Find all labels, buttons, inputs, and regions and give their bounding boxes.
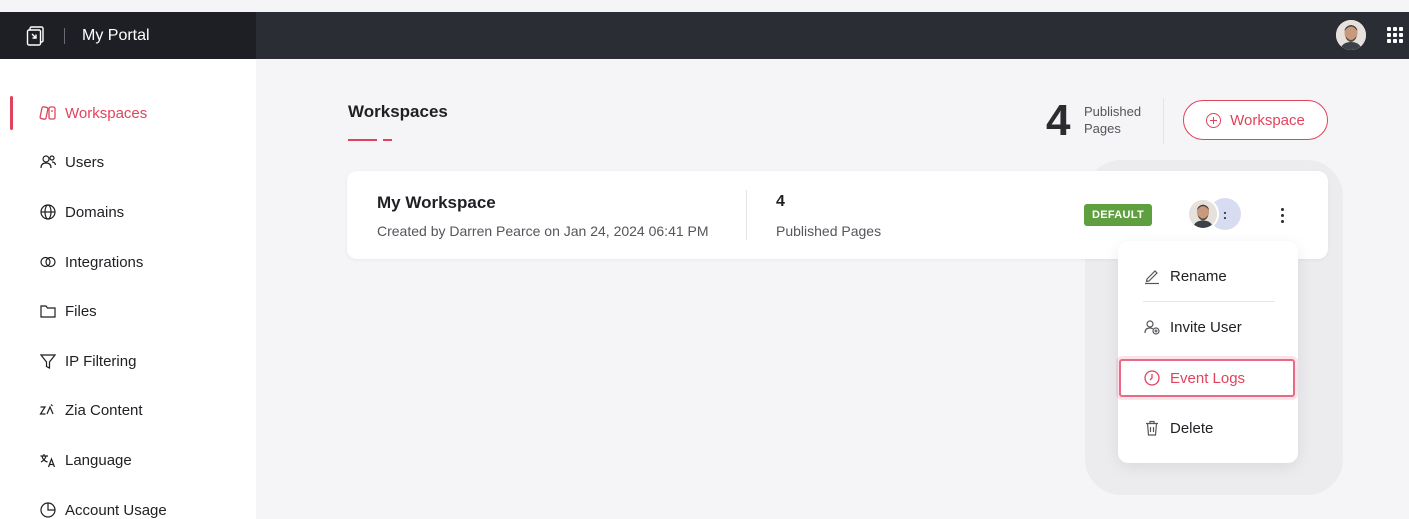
workspace-published-count: 4 [776,193,785,210]
active-indicator [10,96,13,130]
sidebar-item-account-usage[interactable]: Account Usage [0,495,256,519]
default-badge: DEFAULT [1084,204,1153,226]
sidebar-item-label: Zia Content [65,401,143,419]
folder-icon [39,302,57,320]
sidebar-item-label: Workspaces [65,104,148,122]
sidebar-item-integrations[interactable]: Integrations [0,247,256,277]
workspace-actions-menu: Rename Invite User Event Logs Delete [1118,241,1298,463]
app-title: My Portal [82,26,150,44]
brand-divider [64,27,65,44]
page-title: Workspaces [348,102,448,121]
menu-item-event-logs[interactable]: Event Logs [1119,359,1295,397]
zia-icon [39,401,57,419]
card-divider [746,190,747,240]
workspace-name: My Workspace [377,193,496,212]
menu-item-rename[interactable]: Rename [1118,257,1298,295]
title-underline-accent [383,139,392,141]
menu-item-label: Event Logs [1170,369,1246,387]
published-pages-count: 4 [1046,96,1071,145]
sidebar-item-users[interactable]: Users [0,147,256,177]
add-workspace-button[interactable]: Workspace [1183,100,1328,140]
sidebar-item-ip-filtering[interactable]: IP Filtering [0,346,256,376]
sidebar-item-label: Language [65,451,132,469]
grid-apps-icon[interactable] [1387,27,1403,43]
more-options-icon[interactable] [1270,202,1294,228]
pencil-icon [1143,267,1161,285]
sidebar-item-files[interactable]: Files [0,296,256,326]
sidebar-item-label: IP Filtering [65,352,137,370]
brand[interactable]: My Portal [0,12,256,59]
published-pages-label: Published Pages [1084,104,1142,136]
pie-chart-icon [39,501,57,519]
user-avatar[interactable] [1336,20,1366,50]
portal-logo-icon [25,25,47,47]
sidebar-item-label: Domains [65,203,125,221]
filter-icon [39,352,57,370]
add-workspace-label: Workspace [1230,111,1305,129]
users-icon [39,153,57,171]
sidebar-item-label: Files [65,302,97,320]
sidebar-item-zia-content[interactable]: Zia Content [0,395,256,425]
globe-icon [39,203,57,221]
clock-icon [1143,369,1161,387]
sidebar: Workspaces Users Domains Integrations Fi… [0,59,256,519]
sidebar-item-language[interactable]: Language [0,445,256,475]
menu-item-delete[interactable]: Delete [1118,409,1298,447]
integrations-icon [39,253,57,271]
menu-item-label: Delete [1170,419,1214,437]
sidebar-item-domains[interactable]: Domains [0,197,256,227]
workspace-published-label: Published Pages [776,223,882,239]
workspaces-icon [39,104,57,122]
sidebar-item-label: Users [65,153,105,171]
sidebar-item-label: Integrations [65,253,144,271]
title-underline [348,139,377,141]
menu-item-invite-user[interactable]: Invite User [1118,308,1298,346]
menu-divider [1143,301,1275,302]
menu-item-label: Invite User [1170,318,1242,336]
stat-divider [1163,98,1164,144]
sidebar-item-workspaces[interactable]: Workspaces [0,96,256,130]
invite-user-icon [1143,318,1161,336]
plus-circle-icon [1206,112,1222,128]
trash-icon [1143,419,1161,437]
menu-item-label: Rename [1170,267,1227,285]
translate-icon [39,451,57,469]
member-avatar[interactable] [1187,198,1219,230]
workspace-created-info: Created by Darren Pearce on Jan 24, 2024… [377,223,709,239]
top-bar: My Portal [0,12,1409,59]
sidebar-item-label: Account Usage [65,501,167,519]
